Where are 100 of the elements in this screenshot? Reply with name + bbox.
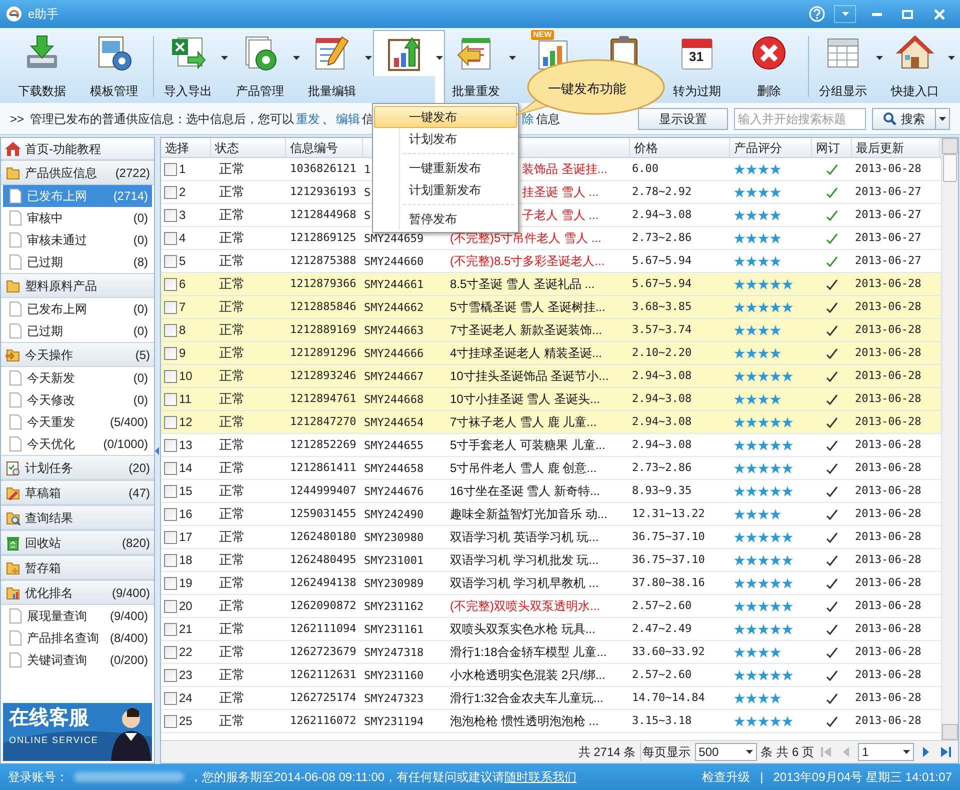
- table-cell-text: 双语学习机 学习机批发 玩...: [450, 552, 599, 569]
- sidebar-item[interactable]: 今天重发 (5/400): [3, 411, 152, 433]
- sidebar-item[interactable]: 已过期 (8): [3, 251, 152, 273]
- checkbox[interactable]: [164, 346, 177, 360]
- settings-button[interactable]: 显示设置: [638, 108, 728, 130]
- sidebar-item[interactable]: 审核未通过 (0): [3, 229, 152, 251]
- page-select[interactable]: 1: [858, 743, 914, 761]
- table-cell-text: 正常: [218, 390, 246, 408]
- star-icon: [734, 692, 745, 704]
- checkbox[interactable]: [164, 622, 177, 636]
- checkbox[interactable]: [164, 300, 177, 314]
- collapse-arrow-icon[interactable]: [155, 446, 159, 454]
- sidebar-item[interactable]: 草稿箱 (47): [1, 480, 154, 505]
- table-row[interactable]: 10 正常 1212893246 SMY244667 10寸挂头圣诞饰品 圣诞节小... 2.94~3.08 2013-06-28: [161, 365, 941, 388]
- table-cell-text: 3: [179, 207, 186, 224]
- last-page-button[interactable]: [938, 744, 954, 760]
- per-page-select[interactable]: 500: [694, 743, 757, 761]
- checkbox[interactable]: [164, 438, 177, 452]
- search-field[interactable]: 输入并开始搜索标题: [734, 108, 866, 130]
- table-cell-text: 1036826121: [289, 160, 358, 177]
- sidebar-item[interactable]: 首页-功能教程: [1, 138, 154, 160]
- checkbox[interactable]: [164, 646, 177, 658]
- sidebar-item[interactable]: 计划任务 (20): [1, 455, 154, 480]
- toolbar-button[interactable]: 快捷入口: [884, 30, 946, 103]
- menu-item[interactable]: 一键重新发布: [374, 157, 517, 179]
- caret-icon: [876, 56, 882, 60]
- help-button[interactable]: [808, 5, 826, 23]
- info-link[interactable]: 除: [522, 110, 534, 128]
- toolbar-button[interactable]: 模板管理: [78, 30, 150, 103]
- sidebar-item[interactable]: 产品排名查询 (8/400): [3, 627, 152, 649]
- menu-item[interactable]: 一键发布: [374, 106, 517, 128]
- per-page-unit: 条: [760, 744, 773, 761]
- table-row[interactable]: 7 正常 1212885846 SMY244662 5寸雪橇圣诞 雪人 圣诞树挂... 3.68~3.85 2013-06-28: [161, 296, 941, 319]
- checkbox[interactable]: [164, 278, 177, 290]
- checkbox[interactable]: [164, 462, 177, 474]
- sidebar-item[interactable]: 已过期 (0): [3, 320, 152, 342]
- menu-item[interactable]: 计划发布: [374, 128, 517, 150]
- table-row[interactable]: 11 正常 1212894761 SMY244668 10寸小挂圣诞 雪人 圣诞头... 2.94~3.08 2013-06-28: [161, 388, 941, 411]
- sidebar-item[interactable]: 审核中 (0): [3, 207, 152, 229]
- document-icon: [7, 323, 23, 339]
- sidebar-item[interactable]: 暂存箱: [1, 555, 154, 580]
- star-icon: [734, 370, 745, 382]
- scrollbar[interactable]: [941, 138, 958, 740]
- sidebar-item[interactable]: 回收站 (820): [1, 530, 154, 555]
- sidebar-item[interactable]: 查询结果: [1, 505, 154, 530]
- table-row[interactable]: 9 正常 1212891296 SMY244666 4寸挂球圣诞老人 精装圣诞... 2.10~2.20 2013-06-28: [161, 342, 941, 365]
- sidebar-item[interactable]: 已发布上网 (0): [3, 298, 152, 320]
- checkbox[interactable]: [164, 208, 177, 222]
- table-cell-text: 1212879366: [289, 276, 358, 292]
- toolbar-button[interactable]: 批量编辑: [301, 30, 363, 103]
- table-row[interactable]: 6 正常 1212879366 SMY244661 8.5寸圣诞 雪人 圣诞礼品 ... 5.67~5.94 2013-06-28: [161, 273, 941, 296]
- sidebar-item[interactable]: 今天优化 (0/1000): [3, 433, 152, 455]
- checkbox[interactable]: [164, 416, 177, 428]
- checkbox[interactable]: [164, 508, 177, 520]
- sidebar-item[interactable]: 产品供应信息 (2722): [1, 160, 154, 185]
- sidebar-item[interactable]: 今天修改 (0): [3, 389, 152, 411]
- toolbar-button[interactable]: 下载数据: [6, 30, 78, 103]
- star-icon: [746, 186, 757, 198]
- table-cell-text: 3.68~3.85: [631, 298, 693, 315]
- toolbar-button[interactable]: 分组显示: [812, 30, 874, 103]
- table-cell-text: 6.00: [631, 160, 660, 177]
- table-cell-text: 1244999407: [289, 482, 358, 499]
- checkbox[interactable]: [164, 692, 177, 704]
- checkbox[interactable]: [164, 186, 177, 198]
- toolbar-button[interactable]: 导入导出: [157, 30, 219, 103]
- table-row[interactable]: 8 正常 1212889169 SMY244663 7寸圣诞老人 新款圣诞装饰... 3.57~3.74 2013-06-28: [161, 319, 941, 342]
- checkbox[interactable]: [164, 232, 177, 244]
- checkbox[interactable]: [164, 162, 177, 176]
- table-cell-text: 1262112631: [289, 666, 358, 683]
- toolbar-button[interactable]: [373, 30, 435, 76]
- info-link[interactable]: 编辑: [336, 110, 360, 128]
- sidebar-item[interactable]: 关键词查询 (0/200): [3, 649, 152, 671]
- sidebar-item[interactable]: 展现量查询 (9/400): [3, 605, 152, 627]
- star-icon: [770, 324, 781, 336]
- checkbox[interactable]: [164, 576, 177, 590]
- toolbar-button[interactable]: 31 转为过期: [661, 30, 733, 103]
- checkbox[interactable]: [164, 530, 177, 544]
- checkbox[interactable]: [164, 600, 177, 612]
- sidebar-item[interactable]: 塑料原料产品: [1, 273, 154, 298]
- checkbox[interactable]: [164, 370, 177, 382]
- menu-item[interactable]: 暂停发布: [374, 208, 517, 230]
- sidebar-item[interactable]: 今天新发 (0): [3, 367, 152, 389]
- table-cell-text: 正常: [218, 597, 246, 616]
- toolbar-button[interactable]: 批量重发: [445, 30, 507, 103]
- checkbox[interactable]: [164, 714, 177, 728]
- toolbar-button[interactable]: 删除: [733, 30, 805, 103]
- checkbox[interactable]: [164, 392, 177, 406]
- info-link[interactable]: 重发: [296, 110, 320, 128]
- table-cell-text: 正常: [218, 528, 246, 546]
- menu-item[interactable]: 计划重新发布: [374, 179, 517, 201]
- toolbar-button[interactable]: 产品管理: [229, 30, 291, 103]
- sidebar-item[interactable]: 优化排名 (9/400): [1, 580, 154, 605]
- checkbox[interactable]: [164, 668, 177, 682]
- checkbox[interactable]: [164, 324, 177, 336]
- table-row[interactable]: 12 正常 1212847270 SMY244654 7寸袜子老人 雪人 鹿 儿童... 2.94~3.08 2013-06-28: [161, 411, 941, 434]
- dropdown-button[interactable]: [935, 108, 949, 128]
- sidebar-item[interactable]: 今天操作 (5): [1, 342, 154, 367]
- checkbox[interactable]: [164, 254, 177, 268]
- checkbox[interactable]: [164, 554, 177, 566]
- checkbox[interactable]: [164, 484, 177, 498]
